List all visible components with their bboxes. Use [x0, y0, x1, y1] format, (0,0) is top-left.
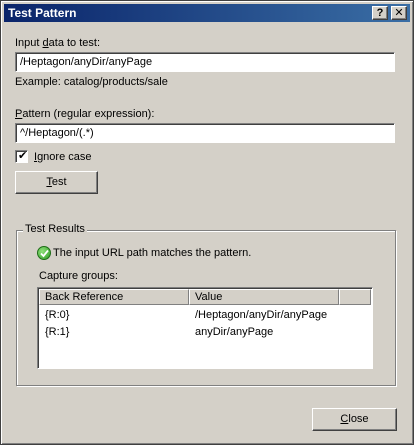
- help-icon: ?: [376, 7, 384, 19]
- test-button[interactable]: Test: [15, 171, 98, 194]
- help-button[interactable]: ?: [372, 6, 388, 20]
- pattern-field[interactable]: [15, 123, 395, 143]
- input-data-field[interactable]: [15, 52, 395, 72]
- column-header-label: Value: [195, 291, 223, 303]
- column-header-value[interactable]: Value: [189, 289, 339, 305]
- title-bar[interactable]: Test Pattern ? ✕: [4, 4, 410, 22]
- row-back-reference: {R:0}: [45, 309, 70, 321]
- title-close-button[interactable]: ✕: [391, 6, 407, 20]
- checkmark-icon: ✔: [18, 150, 28, 162]
- column-header-back-reference[interactable]: Back Reference: [39, 289, 189, 305]
- success-check-icon: [37, 246, 51, 260]
- close-button[interactable]: Close: [312, 408, 397, 431]
- ignore-case-checkbox[interactable]: ✔: [15, 150, 28, 163]
- input-data-label: Input data to test:: [15, 37, 101, 49]
- pattern-label: Pattern (regular expression):: [15, 108, 155, 120]
- row-value: anyDir/anyPage: [195, 326, 274, 338]
- test-pattern-dialog: Test Pattern ? ✕ Input data to test: Exa…: [0, 0, 414, 445]
- dialog-title: Test Pattern: [8, 6, 77, 20]
- ignore-case-label: Ignore case: [34, 151, 92, 163]
- column-header-label: Back Reference: [45, 291, 124, 303]
- close-icon: ✕: [394, 7, 404, 19]
- capture-groups-label: Capture groups:: [39, 270, 118, 282]
- example-text: Example: catalog/products/sale: [15, 76, 168, 88]
- test-button-label: Test: [46, 176, 67, 188]
- match-message: The input URL path matches the pattern.: [53, 247, 252, 259]
- row-value: /Heptagon/anyDir/anyPage: [195, 309, 328, 321]
- close-button-label: Close: [340, 413, 369, 425]
- capture-groups-list[interactable]: Back Reference Value {R:0} /Heptagon/any…: [37, 287, 373, 369]
- row-back-reference: {R:1}: [45, 326, 70, 338]
- test-results-title: Test Results: [23, 223, 87, 235]
- column-header-filler: [339, 289, 371, 305]
